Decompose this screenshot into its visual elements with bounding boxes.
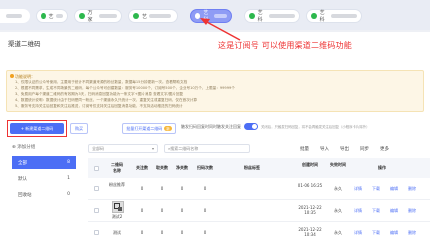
delete-link[interactable]: 删除 — [408, 230, 416, 236]
wechat-icon — [79, 13, 85, 19]
edit-link[interactable]: 编辑 — [390, 208, 398, 214]
table-row[interactable]: 粉丝推荐 0 0 0 0 01-06 16:25 永久 详情 下载 编辑 删除 — [88, 178, 430, 200]
wechat-icon — [249, 13, 255, 19]
group-sidebar: ⊕ 添加分组 全部 8 默认 1 回收站 0 — [12, 144, 82, 240]
notice-line: 5、服务号支持关注后回复和关注后推送，订阅号仅支持关注后回复消息功能，不支持活动… — [15, 104, 183, 108]
row-checkbox[interactable] — [94, 230, 99, 235]
more-button[interactable]: 更多 — [380, 146, 389, 152]
annotation-text: 这是订阅号 可以使用渠道二维码功能 — [218, 41, 352, 50]
wechat-icon — [133, 13, 139, 19]
table-header: 二维码 名称 关注数 取关数 净关数 扫码次数 粉丝标签 创建时间 失效时间 操… — [88, 158, 430, 178]
account-tab-1[interactable]: 艺 — [36, 9, 68, 23]
details-link[interactable]: 详情 — [354, 230, 362, 236]
account-tab-partial[interactable] — [0, 9, 30, 23]
export-button[interactable]: 导出 — [340, 146, 349, 152]
info-icon — [10, 74, 14, 78]
sidebar-item-all[interactable]: 全部 8 — [12, 156, 76, 169]
row-checkbox[interactable] — [94, 186, 99, 191]
notice-line: 1、仅限认证的公众号使用，主要用于统计不同渠道来源的粉丝数量，数据每15分钟更新… — [15, 80, 188, 84]
row-checkbox[interactable] — [94, 208, 99, 213]
download-link[interactable]: 下载 — [372, 186, 380, 192]
batch-button[interactable]: 批量 — [300, 146, 309, 152]
sync-button[interactable]: 同步 — [360, 146, 369, 152]
wechat-icon — [195, 13, 201, 19]
search-input[interactable]: ⌕ 搜索二维码名称 — [164, 144, 250, 153]
notice-line: 2、根据不同需求，生成不同场景的二维码，每个公众号可创建数量：服务号10000个… — [15, 86, 235, 90]
select-all-checkbox[interactable] — [94, 166, 99, 171]
add-group-button[interactable]: ⊕ 添加分组 — [12, 144, 35, 150]
account-tab-5[interactable]: 艺科 — [244, 9, 300, 23]
edit-link[interactable]: 编辑 — [390, 230, 398, 236]
account-tab-2[interactable]: 万家 — [74, 9, 122, 23]
table-row[interactable]: 测试 0 0 0 0 2021-12-22 10:34 永久 详情 下载 编辑 … — [88, 222, 430, 240]
wechat-icon — [41, 13, 46, 19]
qr-type-select[interactable]: 全部码 ▾ — [88, 144, 158, 153]
account-switch-bar: 艺 万家 艺 艺科 艺科 艺科 — [0, 0, 430, 30]
notice-line: 3、免费用户每个渠道二维码的有效期为3天，扫码消息回复功能为一条文字+图片消息 … — [15, 92, 184, 96]
table-row[interactable]: 测试2 0 0 0 0 2021-12-22 10:35 永久 详情 下载 编辑… — [88, 200, 430, 222]
import-button[interactable]: 导入 — [320, 146, 329, 152]
account-tab-6[interactable]: 艺科 — [306, 9, 362, 23]
wechat-icon — [311, 13, 317, 19]
sidebar-item-default[interactable]: 默认 1 — [12, 172, 76, 185]
batch-qr-button[interactable]: 批量打开渠道二维码新 — [122, 123, 176, 134]
delete-link[interactable]: 删除 — [408, 208, 416, 214]
feature-notice: 功能说明： 1、仅限认证的公众号使用，主要用于统计不同渠道来源的粉丝数量，数据每… — [6, 70, 424, 112]
notice-line: 4、数据统计说明：数据统计由于扫码是同一粉丝，一个渠道永久只统计一次，重复关注或… — [15, 98, 197, 102]
edit-link[interactable]: 编辑 — [390, 186, 398, 192]
chevron-down-icon: ▾ — [151, 146, 154, 151]
scan-reply-setting: 触发扫码回复时同时触发关注回复 关闭后，只触发扫码回复，将不会再触发关注后回复（… — [181, 123, 370, 130]
details-link[interactable]: 详情 — [354, 208, 362, 214]
new-badge: 新 — [164, 126, 172, 131]
new-qr-button[interactable]: + 新建渠道二维码 — [10, 123, 64, 134]
download-link[interactable]: 下载 — [372, 208, 380, 214]
buy-button[interactable]: 购买 — [70, 123, 88, 134]
download-link[interactable]: 下载 — [372, 230, 380, 236]
sidebar-item-recycle[interactable]: 回收站 0 — [12, 188, 76, 201]
details-link[interactable]: 详情 — [354, 186, 362, 192]
scan-reply-toggle[interactable] — [244, 123, 258, 130]
account-tab-active[interactable]: 艺科 — [190, 9, 232, 23]
account-tab-3[interactable]: 艺 — [128, 9, 178, 23]
page-title: 渠道二维码 — [8, 40, 41, 48]
delete-link[interactable]: 删除 — [408, 186, 416, 192]
qr-thumbnail[interactable] — [112, 201, 124, 213]
